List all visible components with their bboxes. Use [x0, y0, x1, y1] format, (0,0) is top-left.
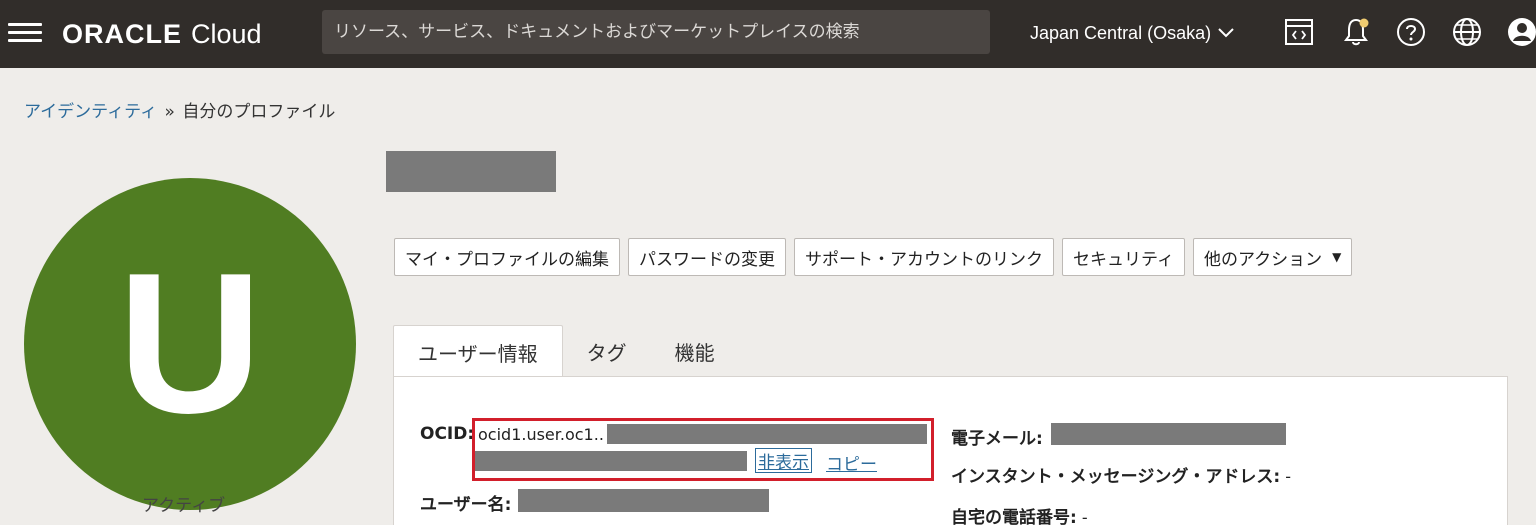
home-phone-label: 自宅の電話番号:: [951, 508, 1077, 525]
tab-capabilities[interactable]: 機能: [651, 325, 739, 377]
ocid-redacted-1: [607, 424, 927, 444]
avatar-letter: U: [117, 232, 263, 455]
breadcrumb: アイデンティティ » 自分のプロファイル: [24, 97, 335, 122]
copy-ocid-link[interactable]: コピー: [826, 450, 877, 475]
username-label: ユーザー名:: [420, 495, 512, 515]
username-redacted: [518, 489, 769, 512]
language-globe-icon[interactable]: [1451, 16, 1483, 48]
profile-actions: マイ・プロファイルの編集 パスワードの変更 サポート・アカウントのリンク セキュ…: [394, 238, 1353, 276]
chevron-down-icon: [1218, 28, 1234, 38]
menu-icon[interactable]: [8, 18, 42, 48]
hide-ocid-link[interactable]: 非表示: [755, 448, 812, 473]
ocid-redacted-2: [475, 451, 747, 471]
oracle-cloud-logo[interactable]: ORACLE Cloud: [62, 14, 262, 54]
im-address-row: インスタント・メッセージング・アドレス: -: [951, 462, 1291, 487]
top-navigation-bar: ORACLE Cloud Japan Central (Osaka): [0, 0, 1536, 68]
region-label: Japan Central (Osaka): [1030, 22, 1212, 43]
notification-bell-icon[interactable]: [1340, 16, 1372, 48]
user-avatar: U: [24, 178, 356, 510]
more-actions-button[interactable]: 他のアクション ▼: [1192, 238, 1353, 276]
ocid-label: OCID:: [420, 424, 475, 444]
breadcrumb-identity-link[interactable]: アイデンティティ: [24, 102, 157, 122]
tab-user-info[interactable]: ユーザー情報: [393, 325, 563, 378]
home-phone-value: -: [1081, 508, 1088, 525]
security-button[interactable]: セキュリティ: [1062, 238, 1185, 276]
breadcrumb-current: 自分のプロファイル: [182, 102, 336, 122]
breadcrumb-separator: »: [164, 102, 175, 122]
user-status: アクティブ: [142, 496, 226, 516]
logo-brand: ORACLE: [62, 18, 182, 49]
caret-down-icon: ▼: [1332, 250, 1342, 264]
change-password-button[interactable]: パスワードの変更: [628, 238, 786, 276]
user-name-redacted: [386, 151, 556, 192]
ocid-value: ocid1.user.oc1..: [478, 425, 604, 444]
help-icon[interactable]: [1395, 16, 1427, 48]
user-profile-icon[interactable]: [1506, 16, 1536, 48]
email-redacted: [1051, 423, 1286, 445]
code-editor-icon[interactable]: [1283, 16, 1315, 48]
edit-profile-button[interactable]: マイ・プロファイルの編集: [394, 238, 620, 276]
tab-tags[interactable]: タグ: [563, 325, 651, 377]
search-input[interactable]: [322, 10, 990, 54]
logo-product: Cloud: [191, 18, 262, 49]
hide-ocid-label: 非表示: [758, 453, 809, 473]
region-selector[interactable]: Japan Central (Osaka): [1030, 20, 1235, 46]
link-support-account-button[interactable]: サポート・アカウントのリンク: [794, 238, 1054, 276]
im-address-label: インスタント・メッセージング・アドレス:: [951, 467, 1281, 487]
im-address-value: -: [1285, 467, 1291, 486]
profile-tabs: ユーザー情報 タグ 機能: [393, 325, 739, 378]
email-label: 電子メール:: [951, 429, 1043, 449]
more-actions-label: 他のアクション: [1203, 249, 1323, 270]
home-phone-row: 自宅の電話番号: -: [951, 503, 1088, 525]
